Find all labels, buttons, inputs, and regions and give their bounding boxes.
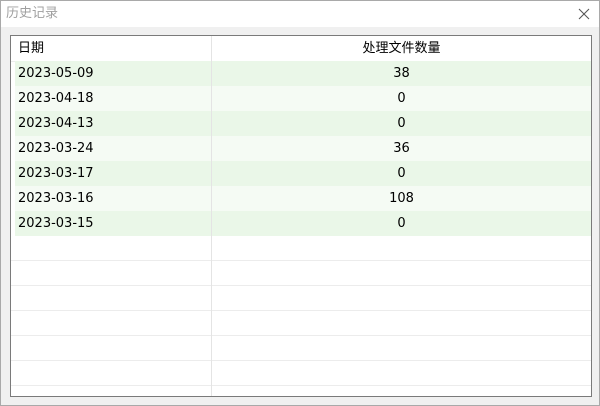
column-header-count[interactable]: 处理文件数量: [212, 36, 591, 61]
table-row[interactable]: 2023-03-16 108: [15, 186, 591, 211]
count-cell: 38: [393, 66, 410, 81]
empty-row: [11, 311, 591, 336]
date-cell: 2023-04-13: [18, 116, 94, 131]
table-row[interactable]: 2023-03-17 0: [15, 161, 591, 186]
count-cell: 36: [393, 141, 410, 156]
table-row[interactable]: 2023-03-24 36: [15, 136, 591, 161]
count-cell: 0: [397, 216, 406, 231]
close-button[interactable]: [573, 3, 595, 25]
date-cell: 2023-03-17: [18, 166, 94, 181]
date-cell: 2023-04-18: [18, 91, 94, 106]
count-cell: 0: [397, 166, 406, 181]
table-row[interactable]: 2023-03-15 0: [15, 211, 591, 236]
table-row[interactable]: 2023-05-09 38: [15, 61, 591, 86]
date-cell: 2023-03-24: [18, 141, 94, 156]
history-dialog: 历史记录 日期 处理文件数量 2023-05-09 38 2023-04-18 …: [0, 0, 600, 406]
date-cell: 2023-03-15: [18, 216, 94, 231]
date-cell: 2023-03-16: [18, 191, 94, 206]
date-cell: 2023-05-09: [18, 66, 94, 81]
table-header: 日期 处理文件数量: [11, 36, 591, 62]
empty-row: [11, 361, 591, 386]
empty-row: [11, 261, 591, 286]
table-row[interactable]: 2023-04-13 0: [15, 111, 591, 136]
column-header-date[interactable]: 日期: [11, 36, 211, 61]
count-cell: 0: [397, 91, 406, 106]
column-divider[interactable]: [211, 36, 212, 396]
empty-row: [11, 236, 591, 261]
title-bar: 历史记录: [1, 1, 599, 27]
empty-row: [11, 286, 591, 311]
history-table[interactable]: 日期 处理文件数量 2023-05-09 38 2023-04-18 0 202…: [10, 35, 592, 397]
empty-row: [11, 336, 591, 361]
close-icon: [578, 8, 590, 20]
count-cell: 0: [397, 116, 406, 131]
table-row[interactable]: 2023-04-18 0: [15, 86, 591, 111]
window-title: 历史记录: [6, 6, 59, 21]
count-cell: 108: [389, 191, 414, 206]
